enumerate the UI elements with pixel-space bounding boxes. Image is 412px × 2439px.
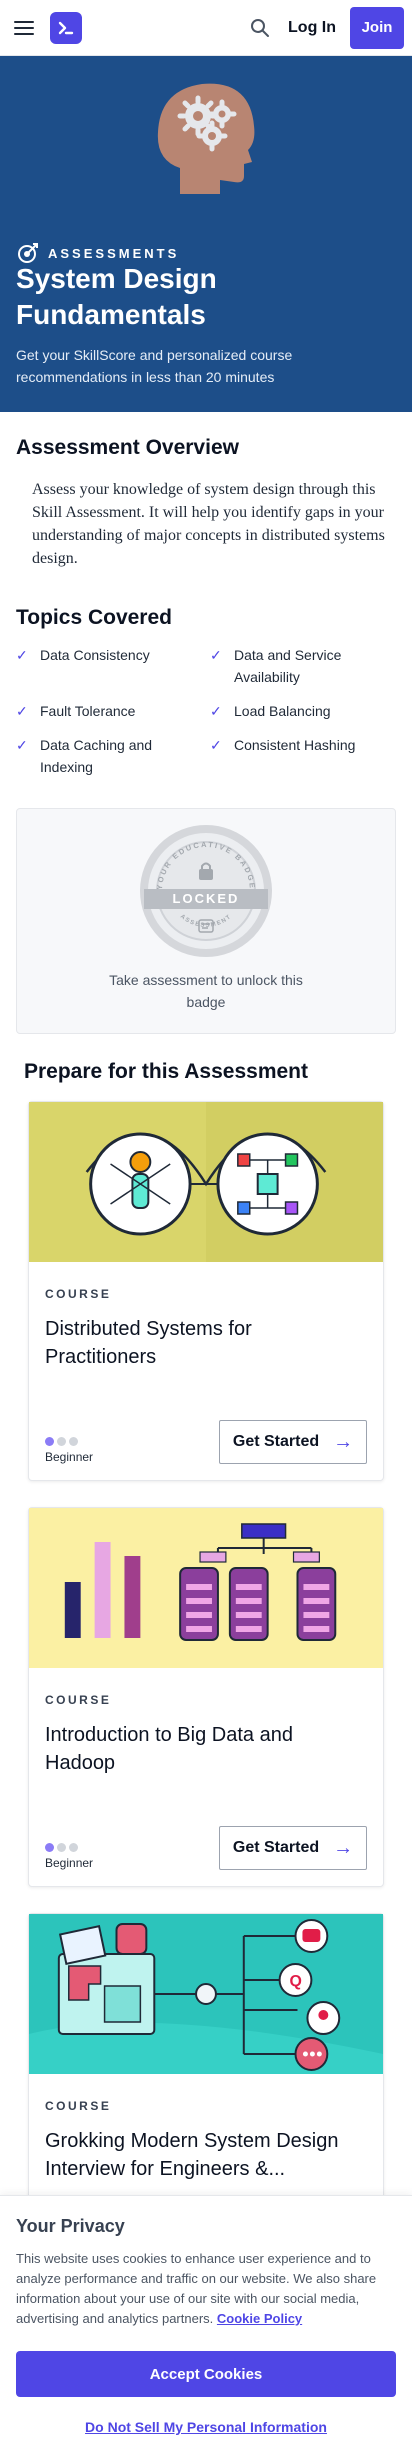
- difficulty-dots: [45, 1843, 93, 1852]
- topics-list: ✓ Data Consistency ✓ Data and Service Avai…: [0, 644, 412, 778]
- locked-badge: YOUR EDUCATIVE BADGE ASSESSMENT LOCKED: [140, 825, 272, 957]
- head-gears-illustration: [157, 83, 255, 194]
- top-nav: Log In Join: [0, 0, 412, 56]
- topic-item: ✓ Data and Service Availability: [210, 644, 396, 688]
- check-icon: ✓: [210, 703, 222, 719]
- check-icon: ✓: [16, 703, 28, 719]
- privacy-banner: Your Privacy This website uses cookies t…: [0, 2195, 412, 2439]
- hero-subtitle: Get your SkillScore and personalized cou…: [16, 347, 293, 385]
- prepare-heading: Prepare for this Assessment: [24, 1060, 309, 1083]
- course-type-label: COURSE: [45, 1287, 112, 1301]
- svg-text:Q: Q: [290, 1973, 302, 1990]
- login-link[interactable]: Log In: [288, 19, 336, 37]
- difficulty-dots: [45, 1437, 93, 1446]
- topic-item: ✓ Consistent Hashing: [210, 734, 396, 778]
- cookie-policy-link[interactable]: Cookie Policy: [217, 2311, 302, 2326]
- accept-cookies-button[interactable]: Accept Cookies: [16, 2351, 396, 2397]
- course-thumbnail-distributed-systems: [29, 1102, 383, 1262]
- course-type-label: COURSE: [45, 2099, 112, 2113]
- difficulty-label: Beginner: [45, 1856, 94, 1870]
- overview-heading: Assessment Overview: [16, 436, 239, 459]
- check-icon: ✓: [210, 647, 222, 663]
- search-icon[interactable]: [244, 12, 276, 44]
- topic-item: ✓ Fault Tolerance: [16, 700, 202, 722]
- hamburger-menu-icon[interactable]: [14, 20, 34, 35]
- course-card[interactable]: COURSE Distributed Systems for Practitio…: [28, 1101, 384, 1481]
- educative-logo[interactable]: [50, 11, 82, 44]
- badge-emblem-icon: [198, 919, 214, 933]
- course-type-label: COURSE: [45, 1693, 112, 1707]
- overview-text: Assess your knowledge of system design t…: [32, 481, 385, 567]
- course-title[interactable]: Introduction to Big Data and Hadoop: [45, 1721, 367, 1777]
- hero-banner: ASSESSMENTS System Design Fundamentals G…: [0, 56, 412, 412]
- course-title[interactable]: Grokking Modern System Design Interview …: [45, 2127, 367, 2183]
- lock-icon: [199, 862, 213, 880]
- join-button[interactable]: Join: [350, 6, 404, 49]
- topic-item: ✓ Data Consistency: [16, 644, 202, 688]
- check-icon: ✓: [16, 737, 28, 753]
- do-not-sell-link[interactable]: Do Not Sell My Personal Information: [16, 2419, 396, 2435]
- check-icon: ✓: [210, 737, 222, 753]
- difficulty-label: Beginner: [45, 1450, 94, 1464]
- privacy-heading: Your Privacy: [16, 2216, 125, 2236]
- course-thumbnail-big-data: [29, 1508, 383, 1668]
- page-title: System Design Fundamentals: [16, 263, 217, 330]
- arrow-right-icon: →: [333, 1836, 354, 1859]
- get-started-button[interactable]: Get Started →: [219, 1826, 367, 1870]
- course-title[interactable]: Distributed Systems for Practitioners: [45, 1315, 367, 1371]
- topic-item: ✓ Load Balancing: [210, 700, 396, 722]
- arrow-right-icon: →: [333, 1430, 354, 1453]
- get-started-button[interactable]: Get Started →: [219, 1420, 367, 1464]
- privacy-text: This website uses cookies to enhance use…: [16, 2251, 377, 2326]
- hero-tag: ASSESSMENTS: [48, 245, 180, 261]
- topics-heading: Topics Covered: [16, 606, 172, 629]
- badge-caption: Take assessment to unlock this badge: [109, 972, 303, 1010]
- course-card[interactable]: COURSE Introduction to Big Data and Hado…: [28, 1507, 384, 1887]
- course-thumbnail-system-design-interview: Q: [29, 1914, 383, 2074]
- badge-card: YOUR EDUCATIVE BADGE ASSESSMENT LOCKED T…: [16, 808, 396, 1034]
- locked-label: LOCKED: [144, 889, 268, 909]
- topic-item: ✓ Data Caching and Indexing: [16, 734, 202, 778]
- check-icon: ✓: [16, 647, 28, 663]
